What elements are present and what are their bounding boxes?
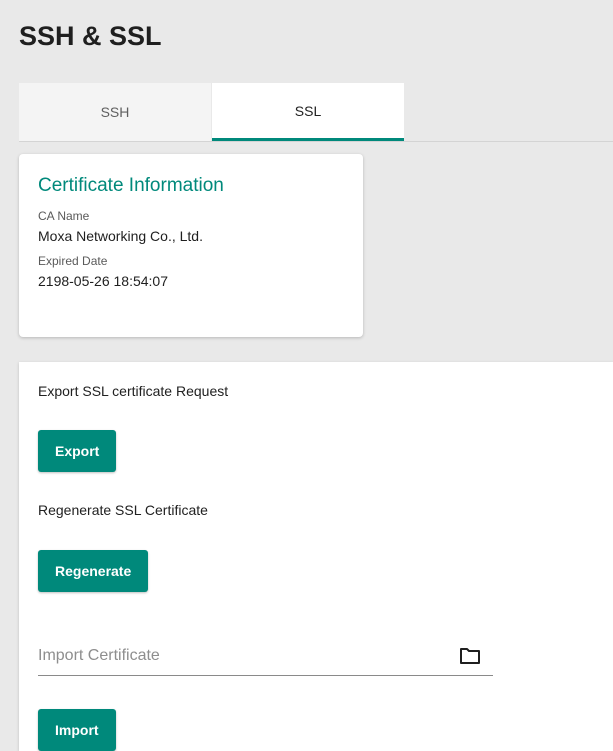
- import-button[interactable]: Import: [38, 709, 116, 751]
- certificate-actions-panel: Export SSL certificate Request Export Re…: [19, 362, 613, 751]
- ca-name-label: CA Name: [38, 209, 90, 223]
- tab-bar: SSH SSL: [19, 83, 613, 142]
- expired-date-label: Expired Date: [38, 254, 108, 268]
- page-title: SSH & SSL: [19, 21, 162, 51]
- folder-icon[interactable]: [459, 647, 481, 670]
- tab-ssl[interactable]: SSL: [212, 83, 404, 141]
- regenerate-button[interactable]: Regenerate: [38, 550, 149, 592]
- import-certificate-field[interactable]: Import Certificate: [38, 639, 493, 676]
- expired-date-value: 2198-05-26 18:54:07: [38, 273, 168, 289]
- import-certificate-placeholder: Import Certificate: [38, 647, 160, 664]
- export-button[interactable]: Export: [38, 430, 117, 472]
- export-label: Export SSL certificate Request: [38, 383, 229, 399]
- regenerate-label: Regenerate SSL Certificate: [38, 502, 208, 518]
- tab-ssh[interactable]: SSH: [19, 83, 211, 141]
- card-title: Certificate Information: [38, 175, 224, 196]
- certificate-info-card: Certificate Information CA Name Moxa Net…: [19, 154, 363, 337]
- ca-name-value: Moxa Networking Co., Ltd.: [38, 228, 203, 244]
